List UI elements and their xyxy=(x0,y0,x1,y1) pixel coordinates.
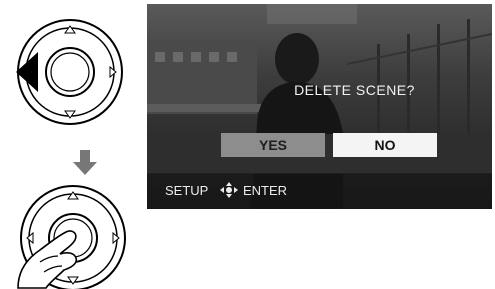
instruction-illustration xyxy=(16,19,126,289)
down-arrow-icon xyxy=(73,150,97,175)
no-option[interactable]: NO xyxy=(333,133,437,157)
joystick-press-center-icon xyxy=(17,185,126,289)
delete-scene-prompt: DELETE SCENE? xyxy=(294,82,415,98)
screen-footer: SETUP ENTER xyxy=(147,173,492,209)
enter-label: ENTER xyxy=(243,183,288,198)
yes-option[interactable]: YES xyxy=(221,133,325,157)
joystick-icon xyxy=(220,182,238,198)
setup-label: SETUP xyxy=(165,183,209,198)
joystick-press-left-icon xyxy=(16,19,123,125)
camera-lcd-screen: DELETE SCENE? YES NO SETUP ENTER xyxy=(147,4,492,209)
